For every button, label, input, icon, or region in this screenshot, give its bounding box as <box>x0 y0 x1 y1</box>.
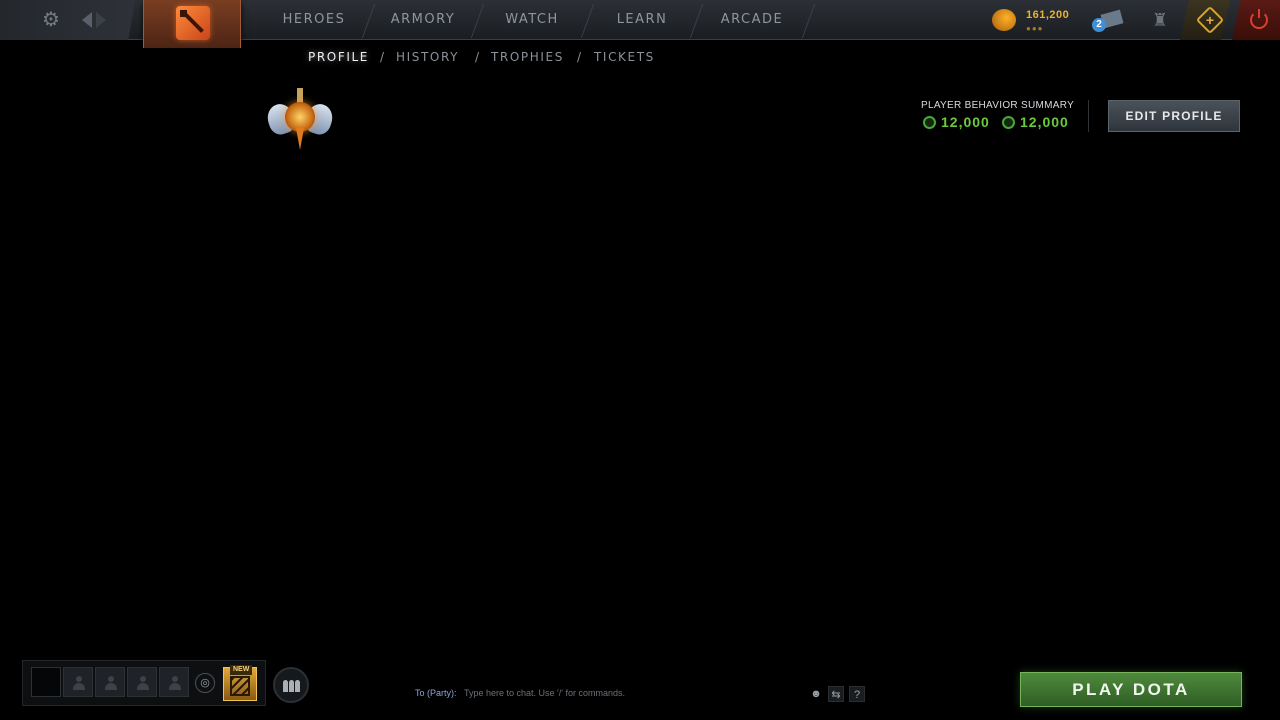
notifications-button[interactable]: 2 <box>1092 8 1124 34</box>
medal-blade <box>296 128 304 150</box>
header-divider <box>1088 100 1089 132</box>
subnav-separator: / <box>380 50 385 64</box>
edit-profile-button[interactable]: EDIT PROFILE <box>1108 100 1240 132</box>
top-nav-bar: ⚙ HEROES ARMORY WATCH LEARN ARCADE 161,2… <box>0 0 1280 48</box>
nav-arcade[interactable]: ARCADE <box>700 0 804 40</box>
behavior-title: PLAYER BEHAVIOR SUMMARY <box>921 100 1075 111</box>
nav-heroes[interactable]: HEROES <box>262 0 366 40</box>
new-badge: NEW <box>230 665 253 675</box>
party-slot[interactable] <box>95 667 125 697</box>
communication-score-icon <box>1002 116 1015 129</box>
gold-coin-icon <box>992 9 1016 31</box>
person-icon <box>105 676 117 690</box>
behavior-score-icon <box>923 116 936 129</box>
chat-input[interactable] <box>464 684 794 702</box>
subnav-separator: / <box>475 50 480 64</box>
headset-icon[interactable]: ◎ <box>195 673 215 693</box>
arrow-back-icon[interactable] <box>82 12 92 28</box>
gold-level-dots: ●●● <box>1026 24 1044 33</box>
gold-display[interactable]: 161,200 ●●● <box>988 4 1078 36</box>
plus-symbol: + <box>1205 12 1215 28</box>
armory-icon[interactable]: ♜ <box>1150 8 1170 32</box>
rank-medal-icon[interactable] <box>264 86 336 154</box>
item-icon <box>230 676 250 696</box>
party-panel: ◎ NEW <box>22 660 266 706</box>
subnav-tickets[interactable]: TICKETS <box>594 50 655 64</box>
history-nav <box>80 10 110 30</box>
party-slot[interactable] <box>159 667 189 697</box>
dota-home-button[interactable] <box>143 0 241 48</box>
friends-icon <box>283 680 301 692</box>
power-icon[interactable] <box>1250 9 1268 29</box>
help-icon[interactable]: ? <box>849 686 865 702</box>
person-icon <box>169 676 181 690</box>
person-icon <box>137 676 149 690</box>
party-slot-self[interactable] <box>31 667 61 697</box>
behavior-score-value: 12,000 <box>941 114 990 130</box>
top-left-panel <box>0 0 135 40</box>
nav-watch[interactable]: WATCH <box>482 0 582 40</box>
subnav-history[interactable]: HISTORY <box>396 50 459 64</box>
player-behavior-summary[interactable]: PLAYER BEHAVIOR SUMMARY 12,000 12,000 <box>920 100 1075 134</box>
translate-icon[interactable]: ⇆ <box>828 686 844 702</box>
dota-logo-icon <box>176 6 210 40</box>
person-icon <box>73 676 85 690</box>
subnav-trophies[interactable]: TROPHIES <box>491 50 564 64</box>
party-slot[interactable] <box>63 667 93 697</box>
new-item-button[interactable]: NEW <box>223 665 257 701</box>
gear-icon[interactable]: ⚙ <box>40 9 62 31</box>
play-dota-button[interactable]: PLAY DOTA <box>1020 672 1242 707</box>
nav-armory[interactable]: ARMORY <box>372 0 474 40</box>
subnav-separator: / <box>577 50 582 64</box>
emoji-icon[interactable]: ☻ <box>808 686 824 702</box>
gold-amount: 161,200 <box>1026 9 1070 21</box>
nav-learn[interactable]: LEARN <box>592 0 692 40</box>
arrow-forward-icon[interactable] <box>96 12 106 28</box>
chat-channel-label[interactable]: To (Party): <box>415 688 457 698</box>
subnav-profile[interactable]: PROFILE <box>308 50 369 64</box>
friends-button[interactable] <box>273 667 309 703</box>
notification-count-badge: 2 <box>1092 18 1106 32</box>
party-slot[interactable] <box>127 667 157 697</box>
communication-score-value: 12,000 <box>1020 114 1069 130</box>
